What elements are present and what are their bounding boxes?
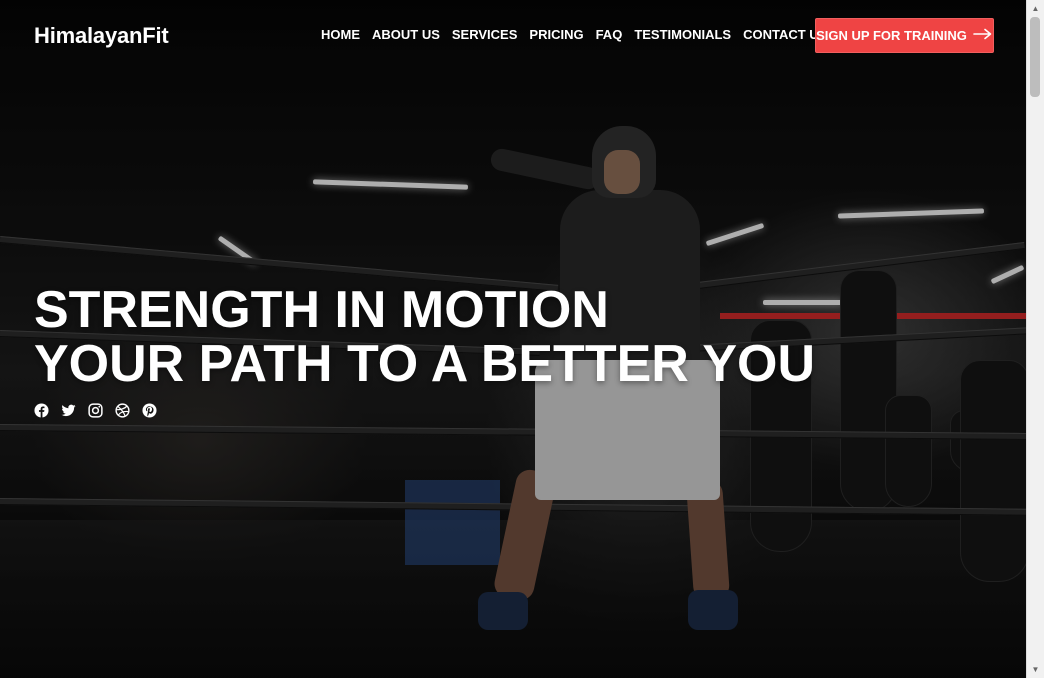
nav-link-services[interactable]: SERVICES (452, 27, 518, 42)
brand-logo[interactable]: HimalayanFit (34, 23, 169, 49)
nav-link-about-us[interactable]: ABOUT US (372, 27, 440, 42)
vertical-scrollbar[interactable]: ▲ ▼ (1026, 0, 1044, 678)
facebook-icon[interactable] (34, 403, 49, 418)
dribbble-icon[interactable] (115, 403, 130, 418)
nav-link-home[interactable]: HOME (321, 27, 360, 42)
pinterest-icon[interactable] (142, 403, 157, 418)
social-links (34, 403, 157, 418)
arrow-right-icon (973, 28, 993, 44)
page-viewport: HimalayanFit HOME ABOUT US SERVICES PRIC… (0, 0, 1027, 678)
main-nav: HOME ABOUT US SERVICES PRICING FAQ TESTI… (321, 27, 839, 42)
cta-label: SIGN UP FOR TRAINING (816, 28, 967, 43)
sign-up-for-training-button[interactable]: SIGN UP FOR TRAINING (815, 18, 994, 53)
scroll-down-icon[interactable]: ▼ (1027, 661, 1044, 678)
hero-title-line-1: STRENGTH IN MOTION (34, 281, 609, 339)
hero-title-line-2: YOUR PATH TO A BETTER YOU (34, 335, 816, 393)
nav-link-faq[interactable]: FAQ (596, 27, 623, 42)
twitter-icon[interactable] (61, 403, 76, 418)
nav-link-pricing[interactable]: PRICING (529, 27, 583, 42)
instagram-icon[interactable] (88, 403, 103, 418)
nav-link-testimonials[interactable]: TESTIMONIALS (634, 27, 731, 42)
hero-title: STRENGTH IN MOTION YOUR PATH TO A BETTER… (34, 283, 815, 391)
scroll-up-icon[interactable]: ▲ (1027, 0, 1044, 17)
scrollbar-thumb[interactable] (1030, 17, 1040, 97)
site-header: HimalayanFit HOME ABOUT US SERVICES PRIC… (0, 0, 1027, 72)
